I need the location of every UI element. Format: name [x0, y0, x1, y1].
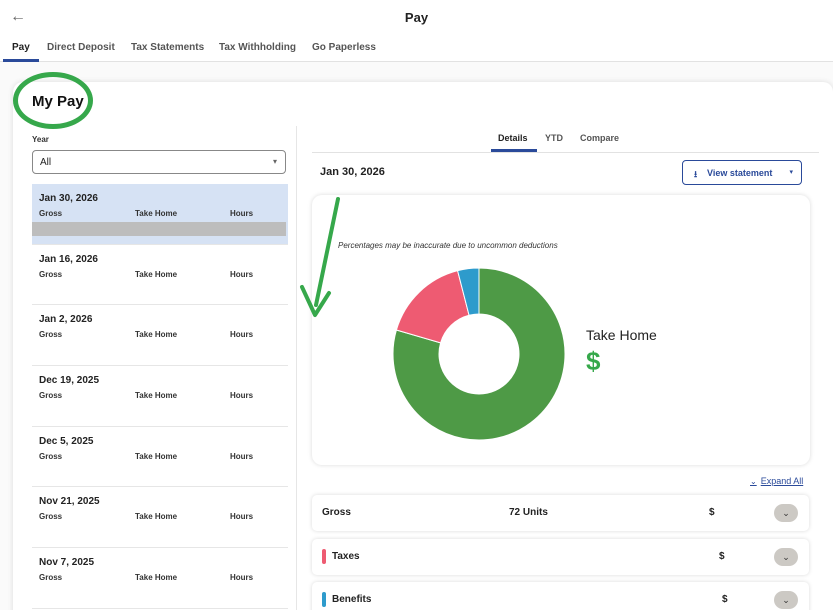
expand-chevron-icon[interactable]: ⌄	[774, 548, 798, 566]
paycheck-date: Dec 19, 2025	[39, 375, 100, 387]
benefits-color-bar	[322, 592, 326, 607]
tab-pay[interactable]: Pay	[12, 42, 30, 53]
chevron-down-icon: ▾	[789, 169, 793, 176]
paycheck-date: Jan 30, 2026	[39, 193, 98, 204]
donut-segment-taxes	[395, 270, 470, 344]
taxes-row[interactable]: Taxes $ ⌄	[312, 539, 809, 575]
gross-value: $	[709, 507, 715, 518]
main-tabs: Pay Direct Deposit Tax Statements Tax Wi…	[0, 36, 833, 62]
gross-label: Gross	[39, 512, 63, 522]
tab-go-paperless[interactable]: Go Paperless	[312, 42, 376, 53]
take-home-label: Take Home	[135, 573, 178, 583]
top-bar: ← Pay	[0, 0, 833, 36]
paycheck-item[interactable]: Jan 30, 2026 Gross Take Home Hours	[32, 184, 288, 245]
expand-all-label: Expand All	[760, 476, 804, 486]
year-select[interactable]: All ▾	[32, 150, 286, 174]
paycheck-list: Jan 30, 2026 Gross Take Home Hours Jan 1…	[32, 184, 288, 609]
hours-label: Hours	[230, 330, 254, 340]
gross-units: 72 Units	[509, 507, 548, 518]
percentage-note: Percentages may be inaccurate due to unc…	[338, 241, 558, 250]
tab-ytd[interactable]: YTD	[545, 133, 563, 143]
paycheck-item[interactable]: Jan 2, 2026 Gross Take Home Hours	[32, 305, 288, 367]
paycheck-date: Nov 7, 2025	[39, 557, 95, 569]
view-statement-button[interactable]: ⭳ View statement ▾	[682, 160, 802, 185]
gross-label: Gross	[39, 391, 63, 401]
year-select-value: All	[40, 157, 52, 168]
hours-label: Hours	[230, 391, 254, 401]
gross-label: Gross	[39, 209, 63, 218]
tab-tax-withholding[interactable]: Tax Withholding	[219, 42, 296, 53]
page-title: Pay	[404, 10, 429, 25]
taxes-row-label: Taxes	[332, 551, 360, 562]
benefits-row[interactable]: Benefits $ ⌄	[312, 582, 809, 610]
expand-all-link[interactable]: ⌄ Expand All	[750, 476, 803, 486]
paycheck-date: Jan 16, 2026	[39, 253, 98, 265]
paycheck-item[interactable]: Dec 19, 2025 Gross Take Home Hours	[32, 366, 288, 427]
tab-details[interactable]: Details	[498, 133, 528, 143]
taxes-value: $	[719, 551, 725, 562]
paycheck-item[interactable]: Nov 21, 2025 Gross Take Home Hours	[32, 487, 288, 549]
chevron-down-icon: ⌄	[750, 477, 757, 486]
gross-label: Gross	[39, 573, 63, 583]
take-home-value: $	[586, 346, 601, 376]
take-home-label: Take Home	[135, 451, 178, 461]
paycheck-date: Nov 21, 2025	[39, 496, 100, 508]
benefits-value: $	[722, 594, 728, 605]
taxes-color-bar	[322, 549, 326, 564]
tab-tax-statements[interactable]: Tax Statements	[131, 42, 204, 53]
take-home-label: Take Home	[135, 391, 178, 401]
highlight-circle	[13, 72, 93, 129]
selected-pay-date: Jan 30, 2026	[320, 166, 385, 178]
gross-label: Gross	[39, 451, 63, 461]
take-home-label: Take Home	[135, 269, 178, 279]
redacted-values	[32, 222, 286, 236]
detail-tabs-divider	[312, 152, 819, 153]
hours-label: Hours	[230, 512, 254, 522]
year-label: Year	[32, 135, 49, 144]
hours-label: Hours	[230, 209, 254, 218]
view-statement-label: View statement	[707, 168, 773, 178]
chevron-down-icon: ▾	[272, 157, 277, 166]
gross-label: Gross	[39, 269, 63, 279]
download-icon: ⭳	[694, 169, 698, 179]
annotation-arrow-icon	[300, 197, 340, 317]
paycheck-date: Dec 5, 2025	[39, 435, 94, 447]
gross-label: Gross	[39, 330, 63, 340]
take-home-label: Take Home	[586, 327, 657, 343]
take-home-label: Take Home	[135, 330, 178, 340]
take-home-label: Take Home	[135, 512, 178, 522]
paycheck-item[interactable]: Nov 7, 2025 Gross Take Home Hours	[32, 548, 288, 609]
hours-label: Hours	[230, 573, 254, 583]
active-tab-indicator	[3, 59, 39, 62]
paycheck-date: Jan 2, 2026	[39, 314, 93, 326]
paycheck-item[interactable]: Dec 5, 2025 Gross Take Home Hours	[32, 427, 288, 488]
benefits-row-label: Benefits	[332, 594, 372, 605]
gross-row-label: Gross	[322, 507, 351, 518]
tab-compare[interactable]: Compare	[580, 133, 619, 143]
breakdown-donut-chart	[392, 267, 566, 441]
expand-chevron-icon[interactable]: ⌄	[774, 504, 798, 522]
paycheck-item[interactable]: Jan 16, 2026 Gross Take Home Hours	[32, 245, 288, 306]
expand-chevron-icon[interactable]: ⌄	[774, 591, 798, 609]
hours-label: Hours	[230, 451, 254, 461]
gross-row[interactable]: Gross 72 Units $ ⌄	[312, 495, 809, 531]
take-home-label: Take Home	[135, 209, 178, 218]
tab-direct-deposit[interactable]: Direct Deposit	[47, 42, 115, 53]
hours-label: Hours	[230, 269, 254, 279]
